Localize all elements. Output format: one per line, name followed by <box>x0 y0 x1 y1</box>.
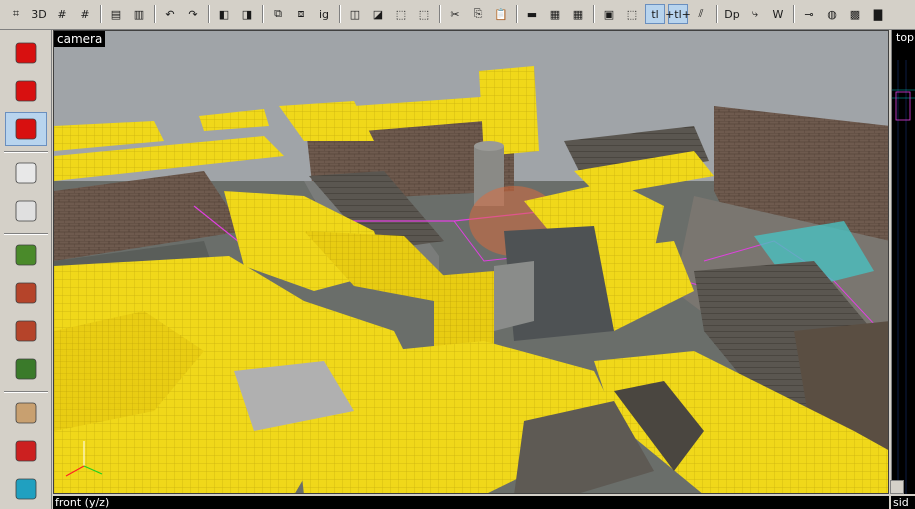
tool-separator <box>4 151 48 153</box>
clipping-tool-icon[interactable] <box>5 396 47 430</box>
toolbar-separator <box>593 5 595 23</box>
texture-lock-toggle-icon[interactable]: tl <box>645 4 665 24</box>
hollow-icon[interactable]: ◨ <box>237 4 257 24</box>
toolbar-separator <box>154 5 156 23</box>
side-viewport[interactable]: sid <box>891 496 915 509</box>
selection-tool-icon[interactable] <box>5 36 47 70</box>
texture-application-icon[interactable] <box>5 238 47 272</box>
front-viewport-label: front (y/z) <box>55 496 110 509</box>
camera-viewport-label: camera <box>54 31 106 47</box>
texture-scale-lock-icon[interactable]: +tl+ <box>665 4 691 24</box>
block-tool-icon[interactable] <box>5 194 47 228</box>
camera-viewport[interactable]: camera <box>53 30 889 494</box>
hide-objects-icon[interactable]: ▦ <box>545 4 565 24</box>
show-objects-icon[interactable]: ▦ <box>568 4 588 24</box>
select-mode-icon[interactable]: ⬚ <box>622 4 642 24</box>
show-displacement-icon[interactable]: Dp <box>722 4 742 24</box>
3d-grid-icon[interactable]: 3D <box>29 4 49 24</box>
magnify-tool-icon[interactable] <box>5 74 47 108</box>
viewport-scroll-button[interactable] <box>890 480 904 494</box>
grid-toggle-icon[interactable]: ⌗ <box>6 4 26 24</box>
3d-scene[interactable] <box>54 31 889 494</box>
grid-smaller-icon[interactable]: # <box>52 4 72 24</box>
overlay-icon[interactable]: ▩ <box>845 4 865 24</box>
toolbar-separator <box>516 5 518 23</box>
carve-icon[interactable]: ◧ <box>214 4 234 24</box>
cut-icon[interactable]: ✂ <box>445 4 465 24</box>
toolbar-separator <box>716 5 718 23</box>
toolbar-separator <box>100 5 102 23</box>
overlay-tool-icon[interactable] <box>5 352 47 386</box>
texture-lock-icon[interactable]: ▬ <box>522 4 542 24</box>
tool-separator <box>4 391 48 393</box>
apply-current-texture-icon[interactable] <box>5 276 47 310</box>
top-viewport[interactable]: top <box>891 30 915 494</box>
toolbar-separator <box>339 5 341 23</box>
group-icon[interactable]: ▤ <box>106 4 126 24</box>
tools-panel <box>0 30 52 509</box>
camera-tool-icon[interactable] <box>5 112 47 146</box>
cordon-toggle-icon[interactable]: ⬚ <box>391 4 411 24</box>
side-viewport-label: sid <box>893 496 909 509</box>
toolbar-separator <box>439 5 441 23</box>
path-tool-icon[interactable] <box>5 472 47 506</box>
entity-tool-icon[interactable] <box>5 156 47 190</box>
grid-larger-icon[interactable]: # <box>75 4 95 24</box>
tie-to-entity-icon[interactable]: ⧉ <box>268 4 288 24</box>
color-icon[interactable]: ▇ <box>868 4 888 24</box>
cordon-icon[interactable]: ◫ <box>345 4 365 24</box>
entity-report-icon[interactable]: ⊸ <box>799 4 819 24</box>
decal-tool-icon[interactable] <box>5 314 47 348</box>
toolbar-separator <box>793 5 795 23</box>
front-viewport[interactable]: front (y/z) <box>53 496 889 509</box>
world-icon[interactable]: W <box>768 4 788 24</box>
selection-icon[interactable]: ▣ <box>599 4 619 24</box>
top-viewport-grid <box>892 60 915 494</box>
toolbar-separator <box>262 5 264 23</box>
globe-icon[interactable]: ◍ <box>822 4 842 24</box>
ungroup-icon[interactable]: ▥ <box>129 4 149 24</box>
ignore-group-icon[interactable]: ig <box>314 4 334 24</box>
undo-icon[interactable]: ↶ <box>160 4 180 24</box>
paste-icon[interactable]: 📋 <box>491 4 511 24</box>
toolbar-separator <box>208 5 210 23</box>
tool-separator <box>4 233 48 235</box>
copy-icon[interactable]: ⎘ <box>468 4 488 24</box>
helpers-icon[interactable]: ⤷ <box>745 4 765 24</box>
top-viewport-label: top <box>894 31 915 44</box>
vertex-tool-icon[interactable] <box>5 434 47 468</box>
cordon-new-icon[interactable]: ⬚ <box>414 4 434 24</box>
move-to-world-icon[interactable]: ⧈ <box>291 4 311 24</box>
radius-culling-icon[interactable]: ⫽ <box>691 4 711 24</box>
main-toolbar: ⌗ 3D # # ▤ ▥ ↶ ↷ ◧ ◨ ⧉ ⧈ ig ◫ ◪ ⬚ ⬚ ✂ ⎘ 📋 ▬ ▦ ▦ ▣ ⬚ tl +tl+ ⫽ Dp ⤷ W ⊸ ◍… <box>0 0 915 30</box>
cordon-edit-icon[interactable]: ◪ <box>368 4 388 24</box>
redo-icon[interactable]: ↷ <box>183 4 203 24</box>
